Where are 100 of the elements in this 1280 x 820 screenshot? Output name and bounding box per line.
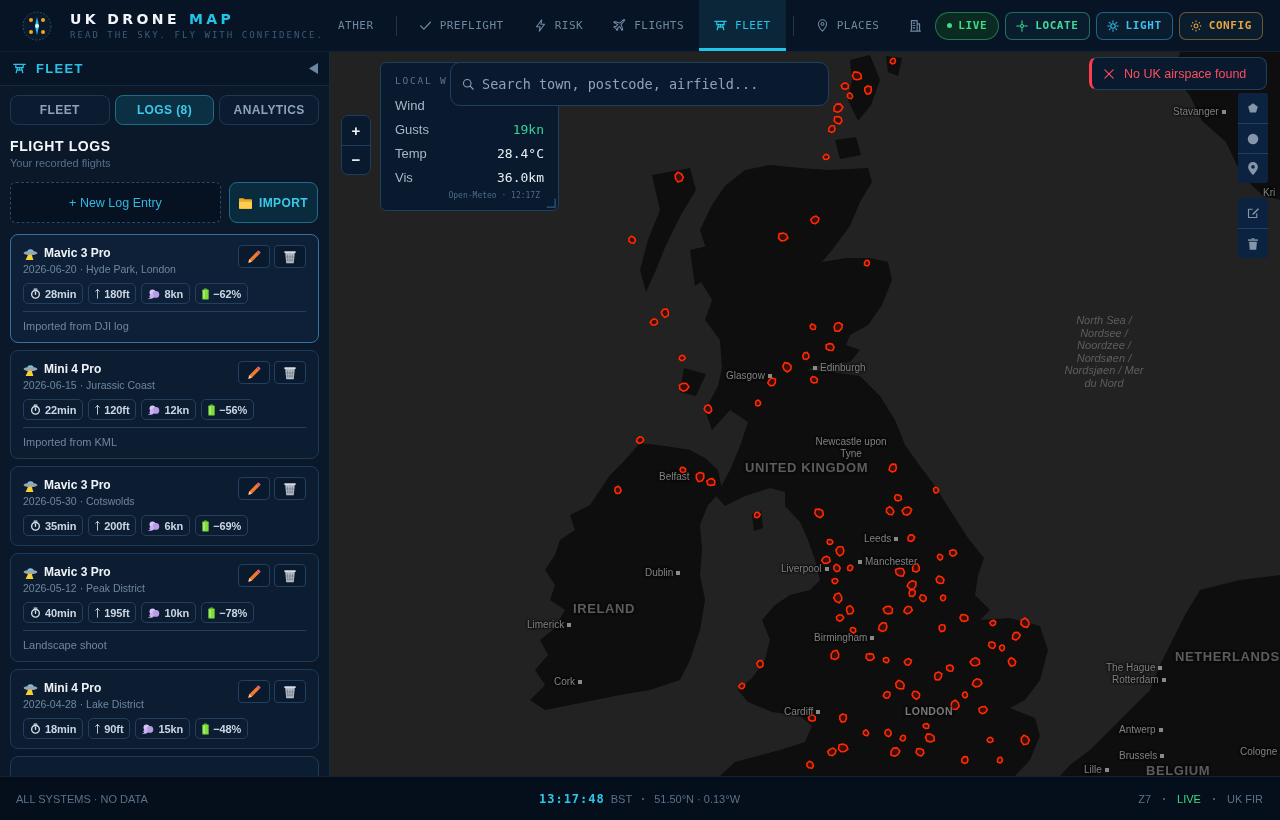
battery-icon [202,722,210,735]
search-field[interactable]: Search town, postcode, airfield... [450,62,829,106]
airspace-zone-icon [809,323,817,331]
section-subheading: Your recorded flights [10,157,111,170]
zoom-in-button[interactable]: + [342,116,370,145]
city-marker-icon [894,537,899,541]
delete-button[interactable] [274,245,306,268]
flight-log-card[interactable]: Mavic 3 Pro 2026-06-20 · Hyde Park, London 28min 180ft 8kn −62% Imported from DJI log [10,234,319,343]
airspace-zone-icon [807,714,817,722]
city-marker-icon [1158,728,1163,732]
live-status-button[interactable]: LIVE [935,11,1000,40]
airspace-zone-icon [679,466,687,474]
edit-button[interactable] [238,361,270,384]
country-label: NETHERLANDS [1175,649,1280,664]
airspace-zone-icon [806,760,815,770]
zoom-out-button[interactable]: − [342,144,370,174]
airspace-zone-icon [822,153,830,161]
weather-value: 28.4°C [497,145,544,163]
stat-value: −56% [219,403,248,416]
drone-name: Mini 4 Pro [44,680,102,696]
toast-message: No UK airspace found [1124,66,1247,81]
toolbar-button[interactable]: LOCATE [1005,11,1090,40]
airspace-zone-icon [971,678,983,688]
nav-tab[interactable]: FLEET [699,0,786,51]
city-label: Limerick [527,619,565,631]
pentagon-icon [1247,102,1259,114]
stopwatch-icon [30,288,41,299]
drone-icon [13,62,26,75]
airspace-zone-icon [695,471,705,483]
city-label: Rotterdam [1112,674,1159,686]
check-icon [418,19,432,32]
airspace-zone-icon [960,755,969,765]
edit-button[interactable] [238,564,270,587]
airspace-zone-icon [911,690,921,701]
flying-saucer-icon [23,681,38,695]
sun-icon [1106,19,1119,32]
airspace-zone-icon [1020,734,1031,746]
country-label: IRELAND [573,601,635,616]
flight-log-card[interactable]: Mini 4 Pro 2026-06-15 · Jurassic Coast 22min 120ft 12kn −56% Imported from KML [10,350,319,459]
airspace-zone-icon [703,403,713,415]
edit-button[interactable] [238,477,270,500]
airspace-zone-icon [830,649,840,661]
drone-icon [714,19,728,32]
nav-tab[interactable]: FLIGHTS [598,0,700,51]
airspace-zone-icon [893,494,903,502]
collapse-button[interactable] [307,61,319,76]
import-button[interactable]: IMPORT [229,182,318,223]
delete-button[interactable] [274,564,306,587]
edit-button[interactable] [238,245,270,268]
airspace-zone-icon [989,619,997,627]
compass-logo-icon [22,10,52,41]
airspace-zone-icon [674,171,685,183]
system-status: ALL SYSTEMS · NO DATA [16,792,148,805]
flight-log-card[interactable]: Mavic 3 Pro 2026-05-30 · Cotswolds 35min 200ft 6kn −69% [10,466,319,546]
toolbar-button[interactable]: CONFIG [1178,11,1263,40]
country-label: UNITED KINGDOM [745,460,869,475]
airspace-zone-icon [862,729,870,737]
airspace-zone-icon [832,592,843,604]
wastebasket-icon [283,365,297,380]
stat-value: 180ft [104,287,130,300]
delete-button[interactable] [274,680,306,703]
nav-tab[interactable]: RISK [518,0,599,51]
sidebar-tab[interactable]: ANALYTICS [219,95,319,125]
pencil-square-icon [1247,207,1259,219]
stat-value: 18min [45,722,77,735]
nav-tab[interactable]: PLACES [800,0,895,51]
up-arrow-icon [95,723,101,734]
delete-button[interactable] [274,477,306,500]
close-icon[interactable] [1104,68,1114,79]
crosshair-icon [1016,19,1029,32]
airspace-zone-icon [888,463,898,473]
stat-value: 6kn [164,519,184,532]
airspace-zone-icon [882,690,891,699]
zoom-level: Z7 [1138,792,1152,805]
city-label: Belfast [659,471,690,483]
toolbar-button[interactable]: LIGHT [1095,11,1173,40]
airspace-zone-icon [837,743,849,753]
flight-log-card[interactable]: Mini 4 Pro 2026-04-28 · Lake District 18min 90ft 15kn −48% [10,669,319,749]
flight-log-card[interactable]: Mavic 3 Pro 2026-05-12 · Peak District 40min 195ft 10kn −78% Landscape shoot [10,553,319,662]
panel-title: LOCAL W [395,74,449,88]
airspace-zone-icon [1011,631,1022,641]
wind-puff-icon [142,722,155,735]
airspace-zone-icon [814,508,825,519]
flying-saucer-icon [23,565,38,579]
nav-tab[interactable]: PREFLIGHT [403,0,519,51]
new-log-entry-button[interactable]: + New Log Entry [10,182,221,223]
delete-button[interactable] [274,361,306,384]
nav-tab[interactable]: ATHER [330,0,389,51]
up-arrow-icon [95,288,101,299]
flight-note: Imported from DJI log [23,311,306,333]
pencil-icon [247,568,261,583]
city-marker-icon [567,623,572,627]
wastebasket-icon [283,249,297,264]
wind-puff-icon [148,606,161,619]
battery-icon [202,287,210,300]
airspace-zone-icon [833,321,844,332]
airspace-zone-icon [911,563,920,573]
edit-button[interactable] [238,680,270,703]
sidebar-tab[interactable]: LOGS (8) [114,95,215,125]
sidebar-tab[interactable]: FLEET [10,95,110,125]
